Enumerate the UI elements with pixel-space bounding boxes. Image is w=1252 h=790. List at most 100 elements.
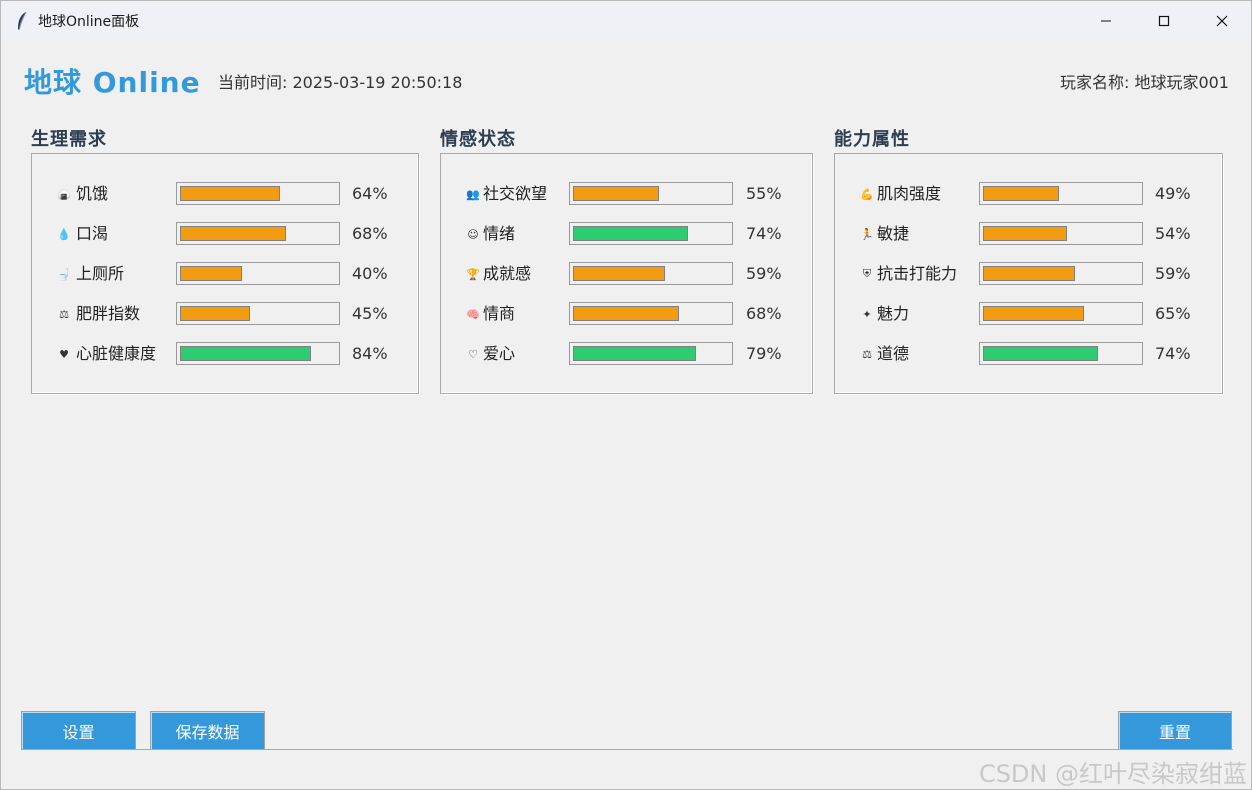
people-icon: 👥 xyxy=(466,187,480,201)
progress-fill xyxy=(573,266,665,281)
sparkle-icon: ✦ xyxy=(862,307,872,321)
stat-label: 情绪 xyxy=(483,224,516,243)
progress-fill xyxy=(573,226,688,241)
progress-fill xyxy=(983,306,1084,321)
balance-icon: ⚖ xyxy=(862,347,872,361)
progress-fill xyxy=(180,306,250,321)
stat-row: 🚽 上厕所 40% xyxy=(32,262,418,286)
stat-percent: 49% xyxy=(1155,184,1191,203)
stat-label: 饥饿 xyxy=(76,184,109,203)
progress-bar xyxy=(569,182,733,205)
close-icon xyxy=(1216,15,1228,27)
stat-row: ⛨ 抗击打能力 59% xyxy=(835,262,1222,286)
stat-label: 肥胖指数 xyxy=(76,304,141,323)
heart-icon: ♥ xyxy=(59,347,69,361)
section-title-emotion: 情感状态 xyxy=(440,129,516,150)
stat-percent: 79% xyxy=(746,344,782,363)
stat-label: 上厕所 xyxy=(76,264,125,283)
stat-percent: 74% xyxy=(1155,344,1191,363)
progress-bar xyxy=(979,342,1143,365)
stat-row: 💧 口渴 68% xyxy=(32,222,418,246)
progress-bar xyxy=(176,262,340,285)
app-window: 地球Online面板 地球 Online 当前时间: 2025-03-19 20… xyxy=(0,0,1252,790)
feather-icon xyxy=(15,11,29,31)
stat-label: 社交欲望 xyxy=(483,184,548,203)
stat-percent: 59% xyxy=(1155,264,1191,283)
progress-fill xyxy=(180,226,286,241)
title-bar: 地球Online面板 xyxy=(1,1,1251,41)
current-time: 当前时间: 2025-03-19 20:50:18 xyxy=(218,73,463,92)
toilet-icon: 🚽 xyxy=(57,267,71,281)
droplet-icon: 💧 xyxy=(57,227,71,241)
progress-fill xyxy=(573,306,679,321)
stat-label: 成就感 xyxy=(483,264,532,283)
emotion-panel: 👥 社交欲望 55% ☺ 情绪 74% 🏆 成就感 59% 🧠 情商 68% ♡ 爱心 79% xyxy=(440,153,813,394)
progress-fill xyxy=(983,186,1059,201)
minimize-icon xyxy=(1101,20,1111,22)
stat-percent: 64% xyxy=(352,184,388,203)
stat-row: 👥 社交欲望 55% xyxy=(441,182,812,206)
stat-label: 心脏健康度 xyxy=(76,344,157,363)
smile-icon: ☺ xyxy=(467,227,479,241)
stat-row: 💪 肌肉强度 49% xyxy=(835,182,1222,206)
stat-percent: 65% xyxy=(1155,304,1191,323)
shield-icon: ⛨ xyxy=(862,267,872,280)
brain-icon: 🧠 xyxy=(466,307,480,321)
ability-panel: 💪 肌肉强度 49% 🏃 敏捷 54% ⛨ 抗击打能力 59% ✦ 魅力 65% ⚖ 道德 74% xyxy=(834,153,1223,394)
progress-bar xyxy=(569,342,733,365)
reset-button[interactable]: 重置 xyxy=(1118,711,1232,750)
stat-label: 爱心 xyxy=(483,344,516,363)
progress-fill xyxy=(983,346,1098,361)
physiology-panel: 🍙 饥饿 64% 💧 口渴 68% 🚽 上厕所 40% ⚖ 肥胖指数 45% ♥ 心脏健康度 84% xyxy=(31,153,419,394)
progress-bar xyxy=(979,222,1143,245)
minimize-button[interactable] xyxy=(1077,1,1135,41)
save-data-button[interactable]: 保存数据 xyxy=(150,711,265,750)
maximize-button[interactable] xyxy=(1135,1,1193,41)
progress-fill xyxy=(573,186,659,201)
progress-fill xyxy=(983,226,1067,241)
progress-bar xyxy=(569,222,733,245)
watermark: CSDN @红叶尽染寂绀蓝 xyxy=(978,760,1247,788)
progress-fill xyxy=(983,266,1075,281)
stat-percent: 55% xyxy=(746,184,782,203)
section-title-ability: 能力属性 xyxy=(834,129,910,150)
section-title-physiology: 生理需求 xyxy=(31,129,107,150)
stat-row: ✦ 魅力 65% xyxy=(835,302,1222,326)
stat-label: 魅力 xyxy=(877,304,910,323)
app-title: 地球 Online xyxy=(24,66,201,99)
window-title: 地球Online面板 xyxy=(38,14,140,30)
stat-label: 肌肉强度 xyxy=(877,184,942,203)
progress-bar xyxy=(979,182,1143,205)
progress-fill xyxy=(573,346,696,361)
progress-bar xyxy=(176,182,340,205)
food-icon: 🍙 xyxy=(57,187,71,201)
stat-row: ⚖ 肥胖指数 45% xyxy=(32,302,418,326)
stat-row: ⚖ 道德 74% xyxy=(835,342,1222,366)
stat-label: 道德 xyxy=(877,344,910,363)
stat-label: 情商 xyxy=(483,304,516,323)
settings-button[interactable]: 设置 xyxy=(21,711,136,750)
progress-bar xyxy=(569,262,733,285)
progress-bar xyxy=(176,222,340,245)
stat-row: ☺ 情绪 74% xyxy=(441,222,812,246)
stat-percent: 45% xyxy=(352,304,388,323)
stat-percent: 68% xyxy=(746,304,782,323)
stat-row: ♡ 爱心 79% xyxy=(441,342,812,366)
stat-label: 敏捷 xyxy=(877,224,910,243)
heart-hands-icon: ♡ xyxy=(468,347,478,361)
close-button[interactable] xyxy=(1193,1,1251,41)
scale-icon: ⚖ xyxy=(59,307,69,321)
progress-bar xyxy=(979,302,1143,325)
stat-row: ♥ 心脏健康度 84% xyxy=(32,342,418,366)
progress-bar xyxy=(569,302,733,325)
stat-percent: 40% xyxy=(352,264,388,283)
progress-bar xyxy=(176,342,340,365)
stat-percent: 74% xyxy=(746,224,782,243)
stat-label: 抗击打能力 xyxy=(877,264,958,283)
player-name: 玩家名称: 地球玩家001 xyxy=(1059,73,1229,92)
stat-percent: 84% xyxy=(352,344,388,363)
stat-label: 口渴 xyxy=(76,224,109,243)
trophy-icon: 🏆 xyxy=(466,267,480,281)
progress-bar xyxy=(176,302,340,325)
divider xyxy=(21,749,1233,750)
